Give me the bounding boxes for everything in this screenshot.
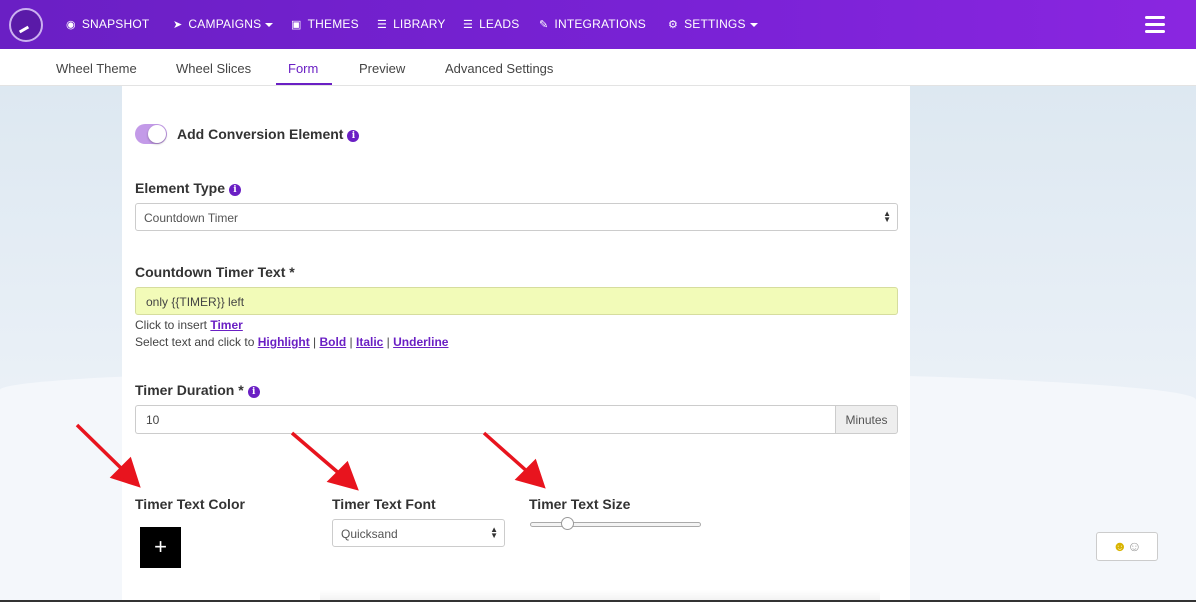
smiley-icon: ☺ xyxy=(1127,538,1142,554)
annotation-arrow xyxy=(290,431,343,477)
emoji-reaction-button[interactable]: ☻☺ xyxy=(1096,532,1158,561)
annotation-arrow xyxy=(75,423,126,473)
annotation-arrow xyxy=(482,431,531,475)
emoji-add-icon: ☻ xyxy=(1112,538,1128,554)
annotation-arrows xyxy=(75,423,546,491)
